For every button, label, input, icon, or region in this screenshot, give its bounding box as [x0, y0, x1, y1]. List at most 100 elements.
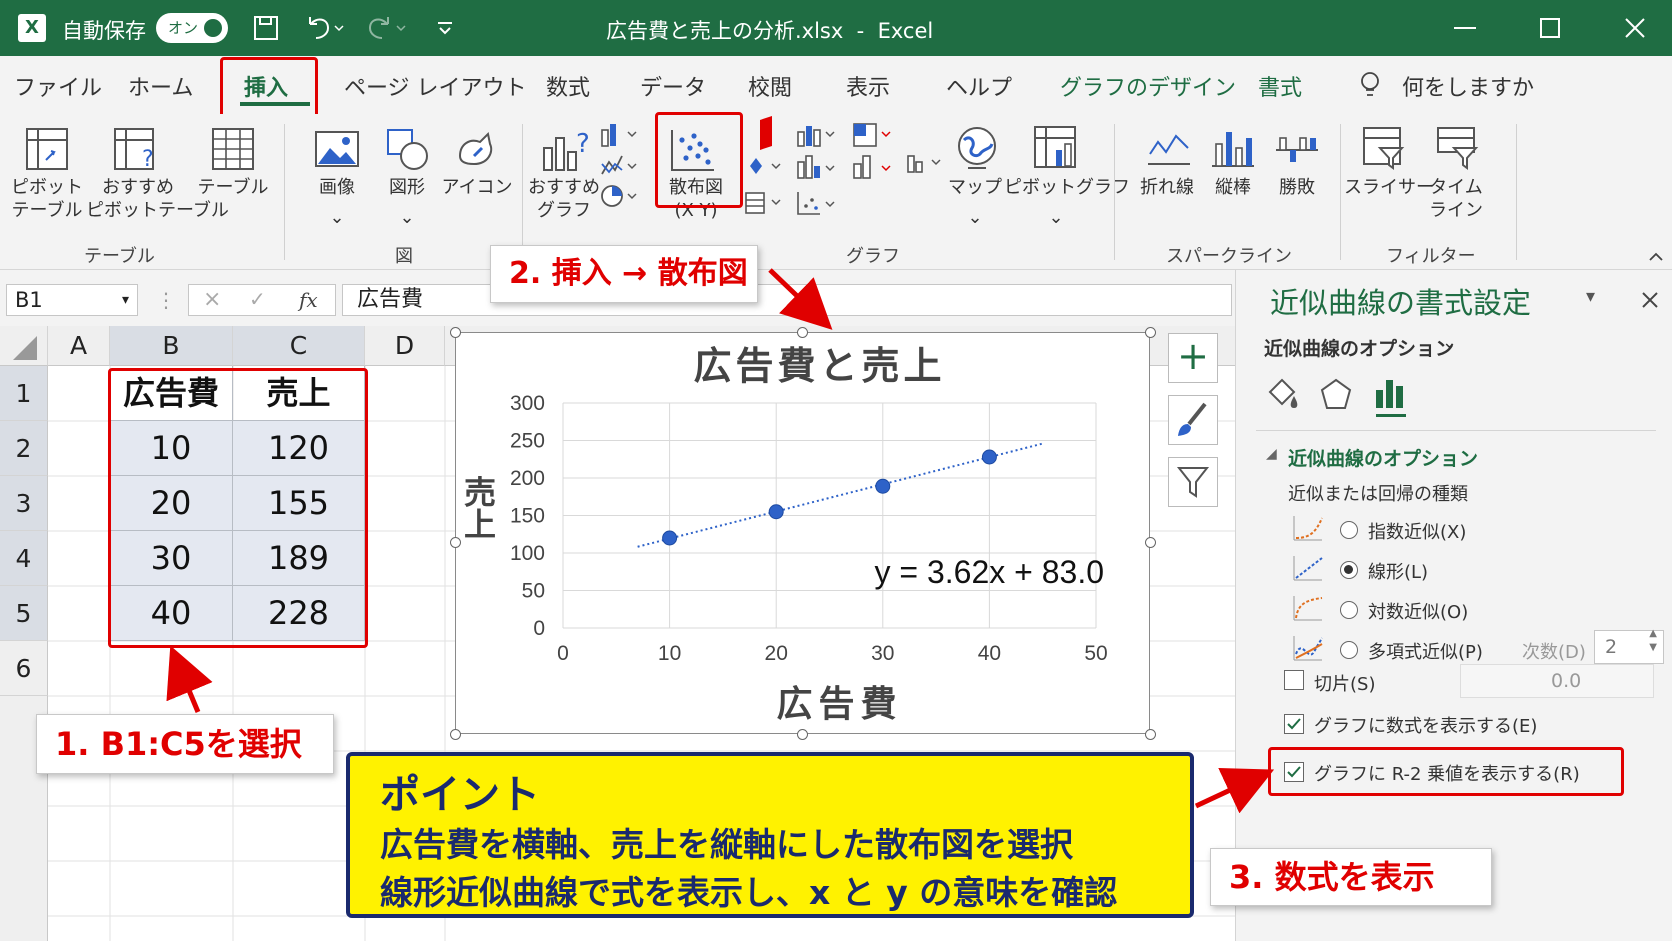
tab-file[interactable]: ファイル: [14, 70, 102, 102]
combo-chart-icon[interactable]: [744, 190, 788, 216]
maximize-icon[interactable]: [1535, 14, 1565, 42]
resize-handle-bottom[interactable]: [797, 729, 808, 740]
column-header-d[interactable]: D: [365, 326, 445, 366]
pivot-chart-small-icon[interactable]: [906, 148, 948, 176]
tab-home[interactable]: ホーム: [128, 70, 193, 102]
radio-polynomial[interactable]: [1340, 641, 1358, 659]
cancel-formula-icon[interactable]: ×: [203, 287, 221, 312]
intercept-label[interactable]: 切片(S): [1314, 670, 1375, 696]
minimize-icon[interactable]: [1450, 14, 1480, 42]
tab-format[interactable]: 書式: [1258, 70, 1302, 102]
enter-formula-icon[interactable]: ✓: [249, 287, 266, 311]
row-header-6[interactable]: 6: [0, 641, 48, 696]
row-header-3[interactable]: 3: [0, 476, 48, 531]
section-collapse-icon[interactable]: ◢: [1266, 446, 1277, 462]
undo-icon[interactable]: [304, 14, 344, 42]
radio-linear[interactable]: [1340, 561, 1358, 579]
row-header-4[interactable]: 4: [0, 531, 48, 586]
column-header-b[interactable]: B: [110, 326, 233, 366]
row-header-1[interactable]: 1: [0, 366, 48, 421]
chart-filters-button[interactable]: [1168, 457, 1218, 507]
resize-handle-top-left[interactable]: [450, 327, 461, 338]
select-all-corner[interactable]: [0, 326, 48, 366]
resize-handle-top-right[interactable]: [1145, 327, 1156, 338]
recommended-chart-icon[interactable]: ?: [540, 124, 594, 174]
option-polynomial-label[interactable]: 多項式近似(P): [1368, 638, 1483, 664]
order-stepper-arrows-icon[interactable]: ▲ ▼: [1649, 627, 1657, 655]
map-globe-icon[interactable]: [954, 124, 1000, 172]
stat-chart-icon[interactable]: [796, 154, 838, 182]
pane-subtitle[interactable]: 近似曲線のオプション: [1264, 334, 1454, 361]
tell-me-search[interactable]: 何をしますか: [1402, 70, 1534, 102]
pivot-chart-dropdown-icon[interactable]: ⌄: [1004, 206, 1108, 229]
option-exponential-label[interactable]: 指数近似(X): [1368, 518, 1466, 544]
close-pane-icon[interactable]: [1640, 290, 1660, 310]
customize-toolbar-icon[interactable]: [436, 20, 454, 36]
sparkline-winloss-icon[interactable]: [1274, 128, 1320, 170]
column-header-a[interactable]: A: [48, 326, 110, 366]
sparkline-line-icon[interactable]: [1146, 128, 1192, 170]
pivot-chart-icon[interactable]: [1032, 124, 1080, 172]
save-icon[interactable]: [252, 14, 280, 42]
surface-chart-icon[interactable]: [796, 190, 838, 218]
image-dropdown-icon[interactable]: ⌄: [300, 206, 374, 229]
autosave-toggle[interactable]: オン: [156, 13, 228, 43]
shapes-icon[interactable]: [384, 126, 432, 172]
image-icon[interactable]: [314, 130, 360, 170]
line-chart-icon[interactable]: [600, 152, 642, 180]
name-box[interactable]: B1 ▾: [6, 284, 138, 316]
map-dropdown-icon[interactable]: ⌄: [940, 206, 1010, 229]
option-linear-label[interactable]: 線形(L): [1368, 558, 1428, 584]
pivot-table-icon[interactable]: [24, 126, 70, 172]
resize-handle-bottom-left[interactable]: [450, 729, 461, 740]
chart-elements-button[interactable]: +: [1168, 333, 1218, 383]
radio-logarithmic[interactable]: [1340, 601, 1358, 619]
scatter-chart[interactable]: 0 50 100 150 200 250 300 0 10 20 30 40 50 広告費と売上 広告費 売上…: [455, 332, 1150, 734]
tab-page-layout[interactable]: ページ レイアウト: [344, 70, 527, 102]
resize-handle-bottom-right[interactable]: [1145, 729, 1156, 740]
tab-review[interactable]: 校閲: [748, 70, 792, 102]
icons-bird-icon[interactable]: [452, 126, 498, 172]
radio-exponential[interactable]: [1340, 521, 1358, 539]
chart-styles-button[interactable]: [1168, 395, 1218, 445]
tab-view[interactable]: 表示: [846, 70, 890, 102]
effects-pentagon-icon[interactable]: [1318, 376, 1354, 412]
recommended-pivot-icon[interactable]: ?: [112, 126, 160, 172]
formula-input[interactable]: 広告費: [342, 284, 1232, 316]
tab-chart-design[interactable]: グラフのデザイン: [1060, 70, 1236, 102]
close-window-icon[interactable]: [1620, 14, 1650, 42]
tab-help[interactable]: ヘルプ: [946, 70, 1012, 102]
show-equation-label[interactable]: グラフに数式を表示する(E): [1314, 712, 1537, 738]
insert-function-icon[interactable]: fx: [299, 288, 318, 312]
column-header-c[interactable]: C: [233, 326, 365, 366]
sparkline-column-icon[interactable]: [1210, 126, 1256, 170]
tab-formulas[interactable]: 数式: [546, 70, 590, 102]
fill-line-icon[interactable]: [1264, 376, 1300, 412]
show-equation-checkbox[interactable]: [1284, 714, 1304, 734]
intercept-input[interactable]: 0.0: [1460, 664, 1654, 698]
pie-chart-icon[interactable]: [600, 182, 642, 210]
name-box-dropdown-icon[interactable]: ▾: [122, 285, 129, 315]
shapes-dropdown-icon[interactable]: ⌄: [370, 206, 444, 229]
row-header-2[interactable]: 2: [0, 421, 48, 476]
pane-options-dropdown-icon[interactable]: ▾: [1586, 286, 1595, 307]
trendline-options-chart-icon[interactable]: [1372, 376, 1408, 412]
column-chart-icon[interactable]: [600, 122, 642, 150]
bar-chart-icon[interactable]: [796, 122, 838, 150]
redo-icon[interactable]: [366, 14, 406, 42]
resize-handle-top[interactable]: [797, 327, 808, 338]
timeline-icon[interactable]: [1436, 126, 1480, 170]
section-title[interactable]: 近似曲線のオプション: [1288, 444, 1478, 471]
resize-handle-right[interactable]: [1145, 537, 1156, 548]
order-stepper[interactable]: 2 ▲ ▼: [1594, 627, 1664, 664]
hierarchy-chart-icon[interactable]: [852, 122, 894, 150]
intercept-checkbox[interactable]: [1284, 670, 1304, 690]
table-icon[interactable]: [210, 126, 256, 172]
resize-handle-left[interactable]: [450, 537, 461, 548]
waterfall-chart-icon[interactable]: [746, 154, 786, 180]
slicer-icon[interactable]: [1362, 126, 1406, 170]
tab-data[interactable]: データ: [640, 70, 706, 102]
row-header-5[interactable]: 5: [0, 586, 48, 641]
radar-chart-icon[interactable]: [852, 154, 894, 182]
option-logarithmic-label[interactable]: 対数近似(O): [1368, 598, 1468, 624]
